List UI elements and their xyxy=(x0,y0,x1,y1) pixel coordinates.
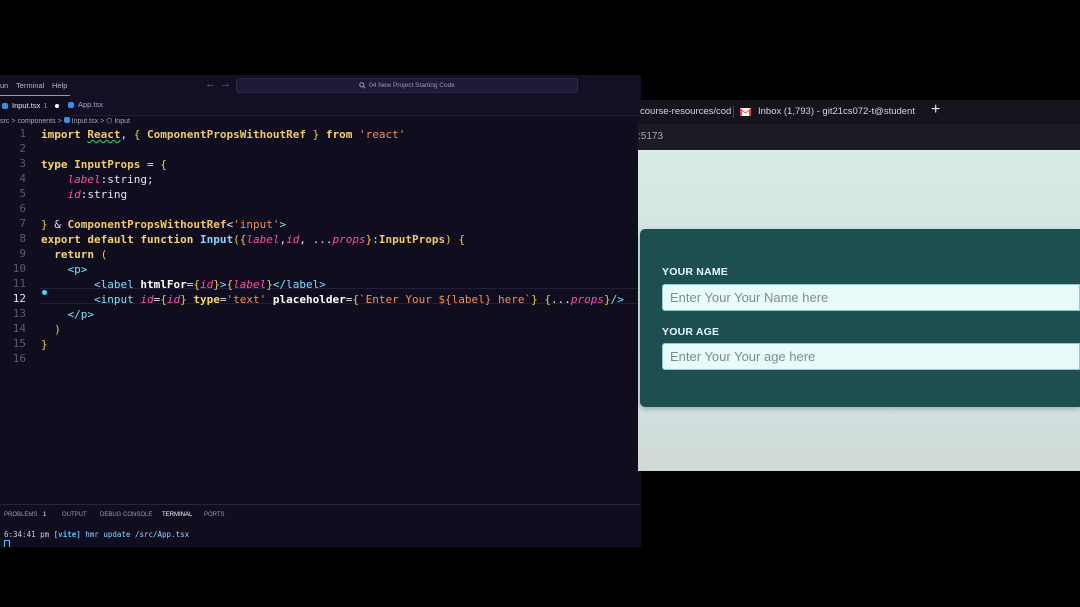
code-line[interactable]: export default function Input({label,id,… xyxy=(41,232,465,247)
problems-count-badge: 1 xyxy=(43,512,47,518)
react-file-icon xyxy=(2,103,8,109)
code-editor-window: un Terminal Help ← → 04 New Project Star… xyxy=(0,75,641,547)
code-line[interactable]: <input id={id} type='text' placeholder={… xyxy=(41,292,624,307)
symbol-icon: ⬡ xyxy=(106,118,113,125)
line-number-gutter: 1 2 3 4 5 6 7 8 9 10 11 12 13 14 15 16 xyxy=(0,127,40,502)
tab-divider xyxy=(733,106,734,118)
panel-tab-debug-console[interactable]: DEBUG CONSOLE xyxy=(100,512,152,518)
breadcrumb-sep: > xyxy=(57,118,62,125)
code-line[interactable]: } xyxy=(41,337,48,352)
page-viewport: YOUR NAME YOUR AGE xyxy=(638,150,1080,471)
address-text: :5173 xyxy=(638,131,664,142)
breadcrumb-components[interactable]: components xyxy=(17,118,55,125)
terminal-message: hmr update /src/App.tsx xyxy=(85,530,190,539)
line-number: 2 xyxy=(19,142,26,155)
unsaved-dot-icon xyxy=(54,104,59,109)
terminal-output-line: 6:34:41 pm [vite] hmr update /src/App.ts… xyxy=(4,530,189,539)
tab-input-tsx[interactable]: Input.tsx 1 xyxy=(0,95,70,116)
menu-terminal[interactable]: Terminal xyxy=(16,81,44,90)
panel-tab-terminal[interactable]: TERMINAL xyxy=(162,512,192,518)
menu-help[interactable]: Help xyxy=(52,81,67,90)
breadcrumb-sep: > xyxy=(11,118,16,125)
terminal-tag: [vite] xyxy=(53,530,81,539)
line-number: 14 xyxy=(12,322,26,335)
line-number: 5 xyxy=(19,187,26,200)
tab-app-tsx[interactable]: App.tsx xyxy=(66,95,128,115)
line-number: 3 xyxy=(19,157,26,170)
panel-tab-problems[interactable]: PROBLEMS xyxy=(4,512,37,518)
code-line[interactable]: </p> xyxy=(41,307,95,322)
code-line[interactable]: type InputProps = { xyxy=(41,157,167,172)
panel-tab-output[interactable]: OUTPUT xyxy=(62,512,87,518)
command-center-search[interactable]: 04 New Project Starting Code xyxy=(236,78,578,93)
code-line[interactable]: import React, { ComponentPropsWithoutRef… xyxy=(41,127,405,142)
browser-tabstrip: course-resources/cod Inbox (1,793) - git… xyxy=(638,100,1080,124)
code-line[interactable]: ) xyxy=(41,322,61,337)
breadcrumb-symbol[interactable]: Input xyxy=(114,118,130,125)
browser-tab-course-resources[interactable]: course-resources/cod xyxy=(640,100,731,124)
forward-arrow-icon[interactable]: → xyxy=(220,78,231,90)
line-number: 1 xyxy=(19,127,26,140)
line-number: 15 xyxy=(12,337,26,350)
line-number: 9 xyxy=(19,247,26,260)
name-input[interactable] xyxy=(662,284,1080,311)
age-input[interactable] xyxy=(662,343,1080,370)
age-label: YOUR AGE xyxy=(662,326,720,338)
line-number: 16 xyxy=(12,352,26,365)
search-icon xyxy=(359,81,366,89)
new-tab-plus-icon[interactable]: + xyxy=(931,101,940,119)
back-arrow-icon[interactable]: ← xyxy=(205,78,216,90)
code-line[interactable]: return ( xyxy=(41,247,107,262)
code-line[interactable]: label:string; xyxy=(41,172,154,187)
breadcrumb-file[interactable]: Input.tsx xyxy=(72,118,98,125)
react-file-icon xyxy=(63,117,70,123)
breadcrumb-src[interactable]: src xyxy=(0,118,9,125)
panel-tab-ports[interactable]: PORTS xyxy=(204,512,225,518)
address-bar[interactable]: :5173 xyxy=(638,124,1080,150)
name-label: YOUR NAME xyxy=(662,266,728,278)
code-line[interactable]: id:string xyxy=(41,187,128,202)
line-number: 11 xyxy=(12,277,26,290)
menu-run[interactable]: un xyxy=(0,81,8,90)
terminal-cursor xyxy=(4,540,10,547)
editor-titlebar: un Terminal Help ← → 04 New Project Star… xyxy=(0,75,641,95)
command-center-label: 04 New Project Starting Code xyxy=(369,82,455,89)
react-file-icon xyxy=(68,102,74,108)
line-number: 6 xyxy=(19,202,26,215)
line-number-active: 12 xyxy=(12,292,26,305)
code-line[interactable]: } & ComponentPropsWithoutRef<'input'> xyxy=(41,217,286,232)
tab-label: App.tsx xyxy=(78,100,104,109)
form-card: YOUR NAME YOUR AGE xyxy=(640,229,1080,407)
line-number: 8 xyxy=(19,232,26,245)
line-number: 10 xyxy=(12,262,26,275)
browser-tab-gmail-inbox[interactable]: Inbox (1,793) - git21cs072-t@student xyxy=(758,100,915,124)
code-line[interactable]: <label htmlFor={id}>{label}</label> xyxy=(41,277,326,292)
terminal-time: 6:34:41 pm xyxy=(4,530,50,539)
line-number: 7 xyxy=(19,217,26,230)
tab-error-count: 1 xyxy=(43,101,48,110)
line-number: 4 xyxy=(19,172,26,185)
browser-window: course-resources/cod Inbox (1,793) - git… xyxy=(638,100,1080,471)
tab-label: Input.tsx xyxy=(12,101,41,110)
line-number: 13 xyxy=(12,307,26,320)
breadcrumb-sep: > xyxy=(100,118,105,125)
code-line[interactable]: <p> xyxy=(41,262,88,277)
editor-tabbar: Input.tsx 1 App.tsx xyxy=(0,95,641,116)
gmail-icon xyxy=(740,108,751,116)
bottom-panel: PROBLEMS 1 OUTPUT DEBUG CONSOLE TERMINAL… xyxy=(0,504,641,547)
